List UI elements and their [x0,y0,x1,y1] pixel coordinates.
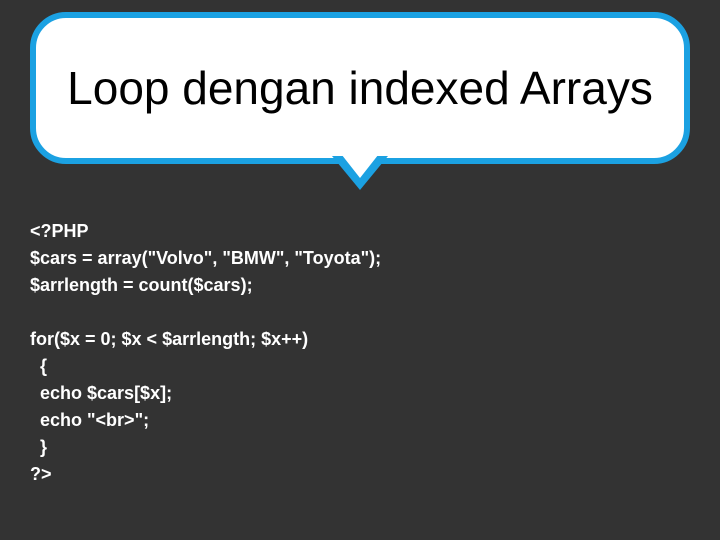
code-line: echo $cars[$x]; [30,383,172,403]
code-line: $cars = array("Volvo", "BMW", "Toyota"); [30,248,381,268]
code-block: <?PHP $cars = array("Volvo", "BMW", "Toy… [30,218,381,488]
code-line: } [30,437,47,457]
code-line: ?> [30,464,52,484]
bubble-pointer-fill [338,150,382,178]
slide-title: Loop dengan indexed Arrays [67,62,653,115]
code-line: { [30,356,47,376]
code-line: for($x = 0; $x < $arrlength; $x++) [30,329,308,349]
code-line: echo "<br>"; [30,410,149,430]
code-line: <?PHP [30,221,89,241]
title-bubble: Loop dengan indexed Arrays [30,12,690,164]
code-line: $arrlength = count($cars); [30,275,253,295]
